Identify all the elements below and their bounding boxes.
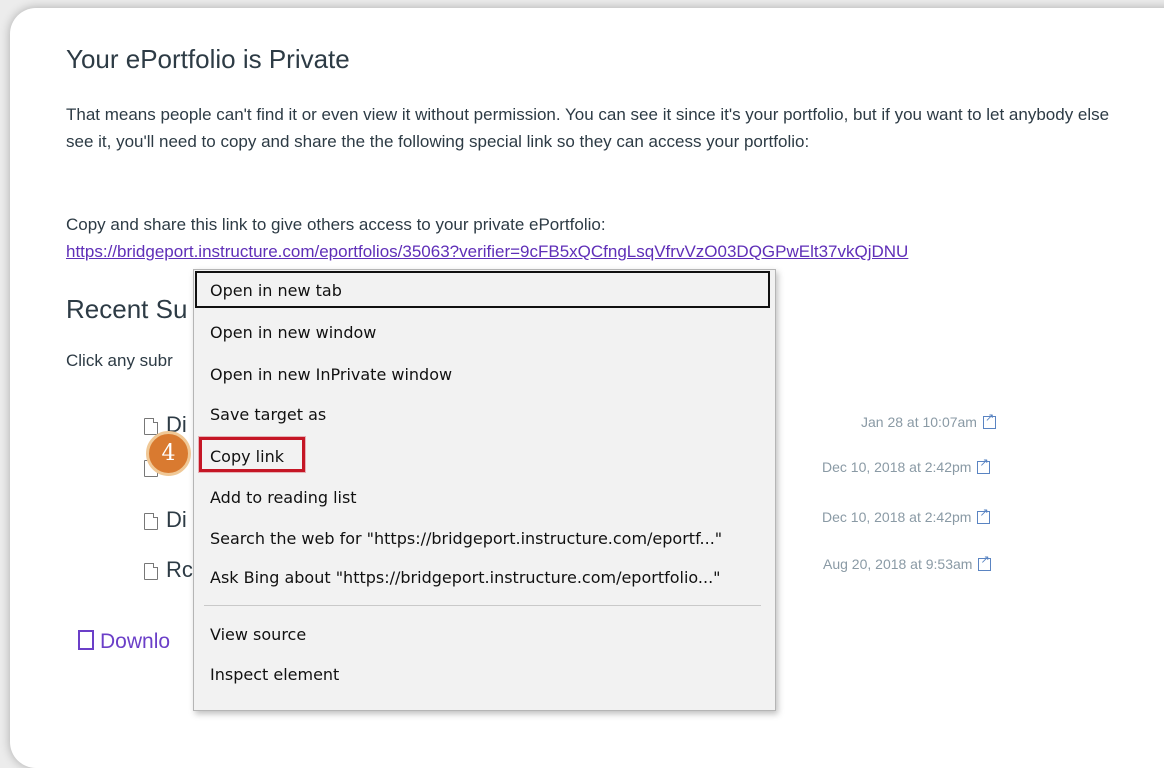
download-link[interactable]: Downlo — [78, 628, 170, 654]
menu-item-open-new-tab[interactable]: Open in new tab — [210, 281, 342, 300]
submission-title[interactable]: Rc — [166, 557, 193, 583]
document-icon — [144, 513, 158, 530]
menu-item-open-new-window[interactable]: Open in new window — [210, 323, 376, 342]
submission-date-row: Jan 28 at 10:07am — [861, 411, 1164, 430]
document-icon — [144, 563, 158, 580]
recent-submissions-heading: Recent Su — [66, 294, 188, 324]
menu-item-inspect-element[interactable]: Inspect element — [210, 665, 339, 684]
menu-item-copy-link[interactable]: Copy link — [210, 447, 284, 466]
step-badge: 4 — [146, 431, 191, 476]
menu-item-search-web[interactable]: Search the web for "https://bridgeport.i… — [210, 529, 722, 548]
external-link-icon[interactable] — [977, 456, 991, 474]
submission-title[interactable]: Di — [166, 507, 187, 533]
menu-item-open-inprivate-window[interactable]: Open in new InPrivate window — [210, 365, 452, 384]
share-link[interactable]: https://bridgeport.instructure.com/eport… — [66, 242, 908, 262]
menu-item-ask-bing[interactable]: Ask Bing about "https://bridgeport.instr… — [210, 568, 721, 587]
document-icon — [144, 418, 158, 435]
external-link-icon[interactable] — [977, 506, 991, 524]
page-title: Your ePortfolio is Private — [66, 44, 350, 74]
submission-date: Dec 10, 2018 at 2:42pm — [822, 509, 972, 525]
submission-date-row: Aug 20, 2018 at 9:53am — [823, 553, 1164, 572]
submission-date: Aug 20, 2018 at 9:53am — [823, 556, 973, 572]
menu-item-view-source[interactable]: View source — [210, 625, 306, 644]
submission-date: Jan 28 at 10:07am — [861, 414, 977, 430]
external-link-icon[interactable] — [982, 411, 996, 429]
context-menu: Open in new tab Open in new window Open … — [193, 269, 776, 711]
menu-item-save-target-as[interactable]: Save target as — [210, 405, 326, 424]
download-icon — [78, 630, 94, 650]
submission-date: Dec 10, 2018 at 2:42pm — [822, 459, 972, 475]
download-label: Downlo — [100, 630, 171, 653]
submission-date-row: Dec 10, 2018 at 2:42pm — [822, 456, 1164, 475]
menu-item-add-to-reading-list[interactable]: Add to reading list — [210, 488, 357, 507]
external-link-icon[interactable] — [978, 553, 992, 571]
privacy-description: That means people can't find it or even … — [66, 105, 1110, 151]
recent-submissions-hint: Click any subr — [66, 351, 173, 370]
submission-date-row: Dec 10, 2018 at 2:42pm — [822, 506, 1164, 525]
menu-separator — [204, 605, 761, 606]
share-prompt: Copy and share this link to give others … — [66, 215, 606, 234]
